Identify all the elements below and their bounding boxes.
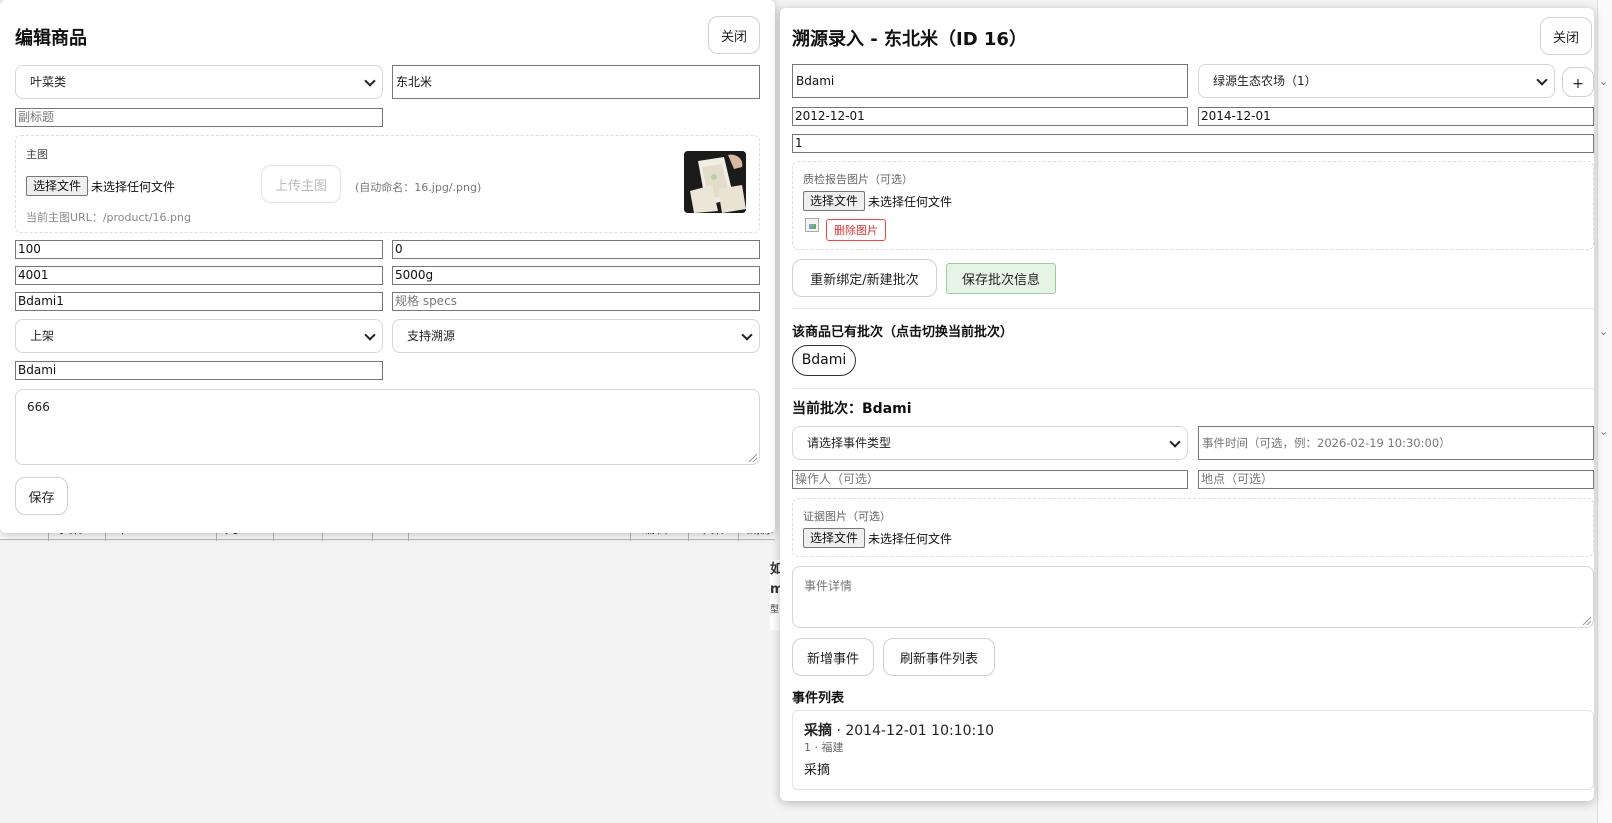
- refresh-events-button[interactable]: 刷新事件列表: [883, 638, 995, 676]
- category-select-value: 叶菜类: [30, 75, 67, 89]
- resize-handle-icon[interactable]: [1583, 617, 1591, 625]
- upload-main-image-button[interactable]: 上传主图: [261, 165, 341, 203]
- modal-title: 溯源录入 - 东北米（ID 16）: [792, 29, 1027, 50]
- broken-image-icon: [805, 218, 819, 232]
- trace-select-value: 支持溯源: [407, 329, 456, 343]
- farm-select-value: 绿源生态农场（1）: [1213, 74, 1317, 88]
- divider: [792, 308, 1594, 309]
- chevron-down-icon: [364, 75, 376, 87]
- save-button[interactable]: 保存: [15, 477, 68, 515]
- event-heading: 采摘 · 2014-12-01 10:10:10: [804, 720, 994, 740]
- chevron-down-icon: [1169, 436, 1181, 448]
- quantity-input[interactable]: 1: [792, 134, 1594, 153]
- add-farm-button[interactable]: +: [1562, 67, 1594, 97]
- event-detail: 采摘: [804, 763, 831, 778]
- close-button[interactable]: 关闭: [708, 16, 760, 54]
- event-type: 采摘: [804, 723, 832, 739]
- edit-product-modal: 编辑商品 关闭 叶菜类 东北米 副标题 主图 选择文件 未选择任何文件 上传主图…: [0, 0, 775, 533]
- product-thumbnail: [684, 151, 746, 213]
- chevron-down-icon: [1536, 74, 1548, 86]
- production-date-input[interactable]: 2012-12-01: [792, 107, 1188, 126]
- subtitle-input[interactable]: 副标题: [15, 108, 383, 127]
- main-image-label: 主图: [26, 148, 48, 161]
- rebind-batch-button[interactable]: 重新绑定/新建批次: [792, 259, 937, 297]
- original-price-input[interactable]: 0: [392, 240, 760, 259]
- current-batch-title: 当前批次：Bdami: [792, 401, 912, 417]
- batch-no-input[interactable]: Bdami: [792, 64, 1188, 98]
- event-detail-textarea[interactable]: 事件详情: [792, 566, 1594, 628]
- choose-file-button[interactable]: 选择文件: [26, 176, 89, 196]
- batch-input[interactable]: Bdami: [15, 361, 383, 380]
- status-select[interactable]: 上架: [15, 319, 383, 353]
- weight-input[interactable]: 5000g: [392, 266, 760, 285]
- expiry-date-input[interactable]: 2014-12-01: [1198, 107, 1594, 126]
- existing-batches-title: 该商品已有批次（点击切换当前批次）: [792, 325, 1014, 340]
- rice-bag-image-icon: [684, 151, 746, 213]
- trace-support-select[interactable]: 支持溯源: [392, 319, 760, 353]
- event-time-input[interactable]: 事件时间（可选，例：2026-02-19 10:30:00）: [1198, 426, 1594, 460]
- choose-file-button[interactable]: 选择文件: [803, 528, 866, 548]
- farm-select[interactable]: 绿源生态农场（1）: [1198, 64, 1555, 98]
- stock-input[interactable]: 4001: [15, 266, 383, 285]
- quality-report-section: 质检报告图片（可选） 选择文件 未选择任何文件 删除图片: [792, 161, 1594, 250]
- chevron-down-icon: [741, 329, 753, 341]
- close-button[interactable]: 关闭: [1540, 17, 1592, 55]
- file-status: 未选择任何文件: [868, 195, 953, 209]
- upload-hint: (自动命名：16.jpg/.png): [355, 181, 482, 194]
- main-image-section: 主图 选择文件 未选择任何文件 上传主图 (自动命名：16.jpg/.png) …: [15, 135, 760, 233]
- file-status: 未选择任何文件: [91, 180, 176, 194]
- category-select[interactable]: 叶菜类: [15, 65, 383, 99]
- save-batch-button[interactable]: 保存批次信息: [946, 263, 1056, 294]
- add-event-button[interactable]: 新增事件: [792, 638, 874, 676]
- choose-file-button[interactable]: 选择文件: [803, 191, 866, 211]
- delete-image-button[interactable]: 删除图片: [826, 219, 886, 241]
- status-select-value: 上架: [30, 329, 55, 343]
- file-status: 未选择任何文件: [868, 532, 953, 546]
- event-item: 采摘 · 2014-12-01 10:10:10 1 · 福建 采摘: [792, 710, 1594, 790]
- product-name-input[interactable]: 东北米: [392, 65, 760, 99]
- evidence-label: 证据图片（可选）: [803, 510, 891, 523]
- location-input[interactable]: 地点（可选）: [1198, 470, 1594, 489]
- operator-input[interactable]: 操作人（可选）: [792, 470, 1188, 489]
- description-text: 666: [27, 400, 50, 414]
- price-input[interactable]: 100: [15, 240, 383, 259]
- brand-input[interactable]: Bdami1: [15, 292, 383, 311]
- description-textarea[interactable]: 666: [15, 389, 760, 465]
- event-detail-placeholder: 事件详情: [804, 579, 853, 593]
- background-scroll-edge: ⌄ ⌄ ⌄: [1597, 0, 1612, 823]
- evidence-image-section: 证据图片（可选） 选择文件 未选择任何文件: [792, 498, 1594, 557]
- events-list-title: 事件列表: [792, 691, 845, 706]
- specs-input[interactable]: 规格 specs: [392, 292, 760, 311]
- batch-chip[interactable]: Bdami: [792, 345, 856, 376]
- event-type-value: 请选择事件类型: [807, 436, 892, 450]
- report-label: 质检报告图片（可选）: [803, 173, 913, 186]
- divider: [792, 388, 1594, 389]
- modal-title: 编辑商品: [15, 28, 87, 49]
- resize-handle-icon[interactable]: [749, 454, 757, 462]
- event-meta: 1 · 福建: [804, 741, 844, 754]
- traceability-modal: 溯源录入 - 东北米（ID 16） 关闭 Bdami 绿源生态农场（1） + 2…: [780, 8, 1594, 801]
- event-type-select[interactable]: 请选择事件类型: [792, 426, 1188, 460]
- event-time: · 2014-12-01 10:10:10: [832, 723, 995, 739]
- current-image-url: 当前主图URL：/product/16.png: [26, 211, 191, 224]
- chevron-down-icon: [364, 329, 376, 341]
